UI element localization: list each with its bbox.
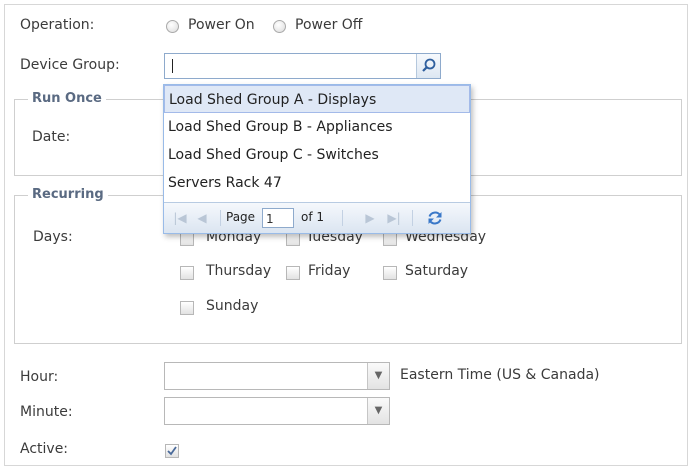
power-off-label[interactable]: Power Off <box>295 17 362 33</box>
run-once-legend: Run Once <box>28 91 106 106</box>
page-label: Page <box>226 210 256 224</box>
page-count: of 1 <box>301 210 325 224</box>
friday-checkbox[interactable] <box>286 266 300 280</box>
power-on-radio[interactable] <box>166 20 179 33</box>
recurring-legend: Recurring <box>28 187 108 202</box>
power-on-label[interactable]: Power On <box>188 17 255 33</box>
active-checkbox[interactable] <box>165 444 179 458</box>
friday-label[interactable]: Friday <box>308 263 350 279</box>
device-group-input[interactable] <box>164 53 441 79</box>
pager-separator <box>220 210 221 226</box>
chevron-down-icon: ▼ <box>374 370 383 381</box>
refresh-button[interactable] <box>426 209 444 231</box>
operation-label: Operation: <box>20 17 95 33</box>
dropdown-item-1[interactable]: Load Shed Group B - Appliances <box>164 113 470 141</box>
text-cursor <box>172 59 173 73</box>
saturday-checkbox[interactable] <box>383 266 397 280</box>
dropdown-pager: |◀ ◀ Page 1 of 1 ▶ ▶| <box>164 202 470 233</box>
device-group-label: Device Group: <box>20 57 120 73</box>
page-number-input[interactable]: 1 <box>262 208 294 228</box>
magnifier-icon <box>422 58 436 72</box>
thursday-checkbox[interactable] <box>180 266 194 280</box>
power-off-radio[interactable] <box>273 20 286 33</box>
active-label: Active: <box>20 441 69 457</box>
dropdown-item-2[interactable]: Load Shed Group C - Switches <box>164 141 470 169</box>
wednesday-checkbox[interactable] <box>383 232 397 246</box>
refresh-icon <box>428 211 442 225</box>
thursday-label[interactable]: Thursday <box>206 263 271 279</box>
device-group-dropdown: Load Shed Group A - Displays Load Shed G… <box>163 84 471 234</box>
device-group-search-button[interactable] <box>416 54 440 78</box>
minute-select[interactable]: ▼ <box>164 397 390 425</box>
dropdown-item-3[interactable]: Servers Rack 47 <box>164 169 470 197</box>
pager-separator <box>412 210 413 226</box>
hour-select[interactable]: ▼ <box>164 362 390 390</box>
previous-page-icon[interactable]: ◀ <box>194 210 210 226</box>
minute-select-trigger[interactable]: ▼ <box>367 398 389 424</box>
monday-checkbox[interactable] <box>180 232 194 246</box>
sunday-label[interactable]: Sunday <box>206 298 258 314</box>
saturday-label[interactable]: Saturday <box>405 263 468 279</box>
hour-label: Hour: <box>20 369 59 385</box>
first-page-icon[interactable]: |◀ <box>172 210 188 226</box>
next-page-icon[interactable]: ▶ <box>362 210 378 226</box>
pager-separator <box>342 210 343 226</box>
sunday-checkbox[interactable] <box>180 301 194 315</box>
chevron-down-icon: ▼ <box>374 405 383 416</box>
tuesday-checkbox[interactable] <box>286 232 300 246</box>
days-label: Days: <box>33 229 73 245</box>
dropdown-item-0[interactable]: Load Shed Group A - Displays <box>164 85 470 113</box>
hour-select-trigger[interactable]: ▼ <box>367 363 389 389</box>
timezone-text: Eastern Time (US & Canada) <box>400 367 600 383</box>
checkmark-icon <box>167 446 177 456</box>
last-page-icon[interactable]: ▶| <box>386 210 402 226</box>
date-label: Date: <box>32 129 71 145</box>
minute-label: Minute: <box>20 404 73 420</box>
